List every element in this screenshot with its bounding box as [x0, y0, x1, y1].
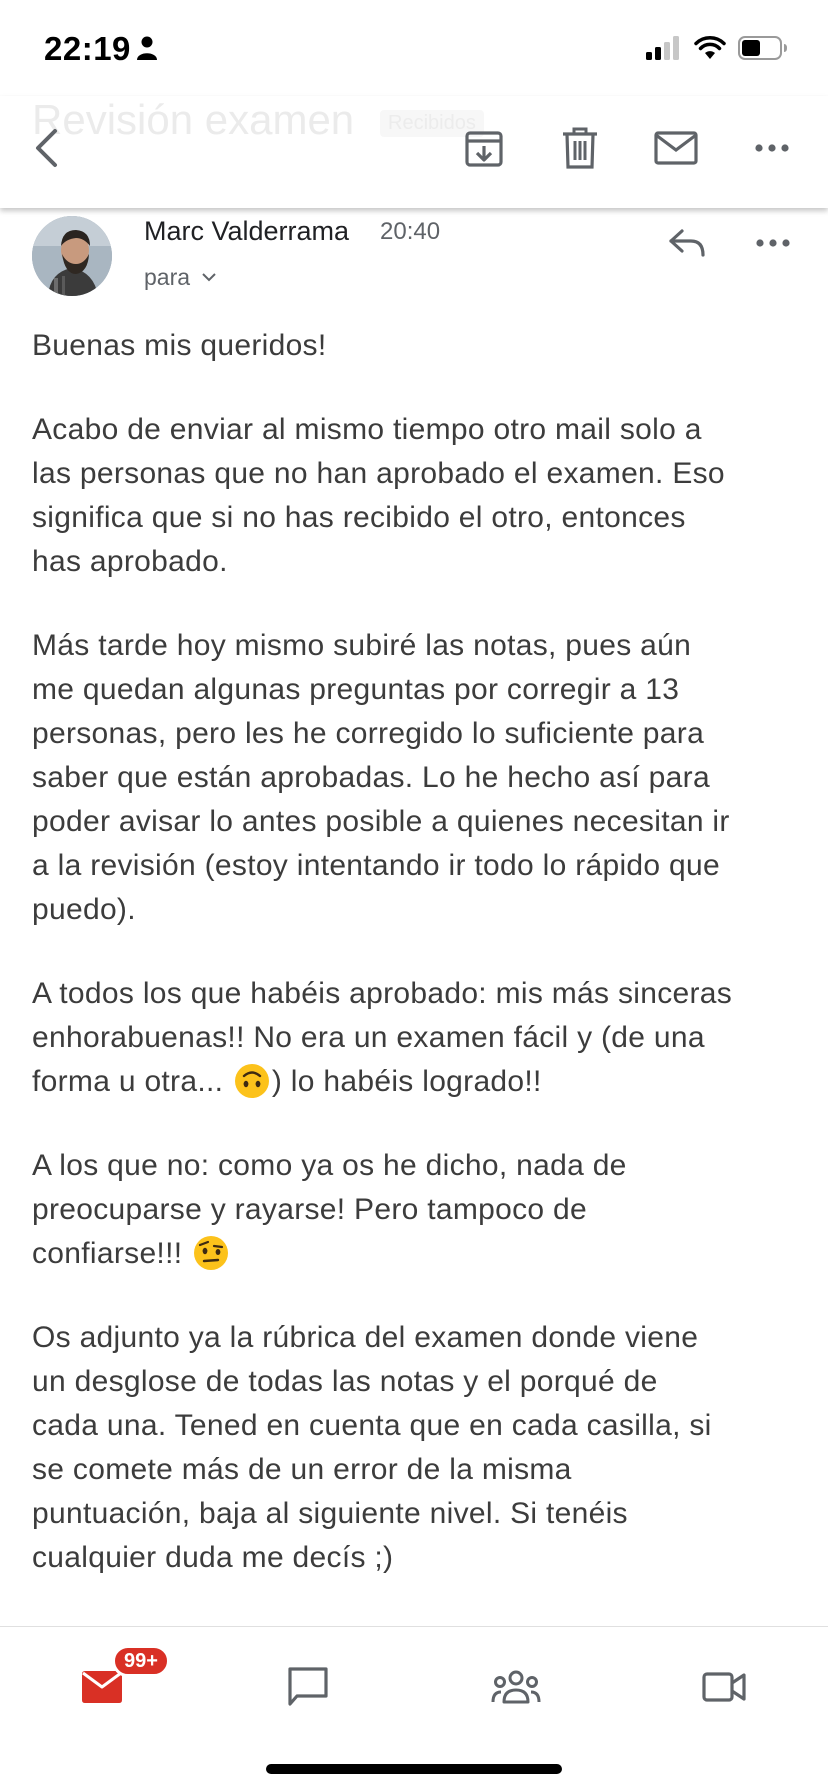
chat-icon	[288, 1667, 328, 1706]
paragraph: Más tarde hoy mismo subiré las notas, pu…	[32, 624, 808, 932]
subject-title: Revisión examen	[32, 96, 355, 143]
delete-button[interactable]	[552, 120, 608, 176]
message-more-button[interactable]	[746, 216, 800, 270]
paragraph: A todos los que habéis aprobado: mis más…	[32, 972, 808, 1104]
body-line: saber que están aprobadas. Lo he hecho a…	[32, 761, 710, 794]
home-indicator[interactable]	[266, 1764, 562, 1774]
reply-icon	[669, 229, 705, 257]
avatar[interactable]	[32, 216, 112, 296]
spaces-icon	[491, 1670, 541, 1704]
paragraph: A los que no: como ya os he dicho, nada …	[32, 1144, 808, 1276]
recipient-details-toggle[interactable]: para	[144, 264, 216, 291]
body-line: A todos los que habéis aprobado: mis más…	[32, 977, 733, 1010]
body-line: enhorabuenas!! No era un examen fácil y …	[32, 1021, 705, 1054]
body-line: A los que no: como ya os he dicho, nada …	[32, 1149, 627, 1182]
more-options-button[interactable]	[744, 120, 800, 176]
avatar-photo	[32, 216, 112, 296]
paragraph: Os adjunto ya la rúbrica del examen dond…	[32, 1316, 808, 1580]
body-line: me quedan algunas preguntas por corregir…	[32, 673, 680, 706]
body-line: poder avisar lo antes posible a quienes …	[32, 805, 730, 838]
status-icons	[646, 36, 788, 60]
paragraph: Buenas mis queridos!	[32, 324, 808, 368]
battery-icon	[738, 36, 787, 60]
wifi-icon	[694, 36, 726, 59]
email-header: Marc Valderrama 20:40 para	[0, 208, 828, 308]
body-line: Más tarde hoy mismo subiré las notas, pu…	[32, 629, 692, 662]
back-button[interactable]	[18, 120, 74, 176]
person-icon	[137, 36, 157, 60]
meet-icon	[702, 1672, 746, 1702]
email-toolbar: Revisión examen Recibidos	[0, 96, 828, 208]
nav-meet[interactable]	[684, 1657, 764, 1717]
more-vert-icon	[756, 239, 790, 247]
body-line: Acabo de enviar al mismo tiempo otro mai…	[32, 413, 702, 446]
delete-icon	[563, 127, 597, 169]
body-line: cualquier duda me decís ;)	[32, 1541, 394, 1574]
body-line: Os adjunto ya la rúbrica del examen dond…	[32, 1321, 699, 1354]
back-arrow-icon	[36, 129, 57, 167]
sender-name[interactable]: Marc Valderrama	[144, 216, 349, 247]
body-line: se comete más de un error de la misma	[32, 1453, 572, 1486]
mark-unread-button[interactable]	[648, 120, 704, 176]
body-line: personas, pero les he corregido lo sufic…	[32, 717, 705, 750]
upside-down-face-emoji	[234, 1064, 269, 1098]
body-line: un desglose de todas las notas y el porq…	[32, 1365, 658, 1398]
mark-unread-icon	[654, 131, 698, 165]
body-line: puedo).	[32, 893, 136, 926]
status-time: 22:19	[44, 30, 131, 67]
nav-spaces[interactable]	[476, 1657, 556, 1717]
raised-eyebrow-emoji	[193, 1236, 228, 1270]
mail-icon	[82, 1671, 122, 1703]
signal-icon	[646, 36, 679, 60]
nav-chat[interactable]	[268, 1657, 348, 1717]
archive-icon	[465, 131, 503, 167]
body-line: forma u otra...	[32, 1065, 232, 1098]
body-line: puntuación, baja al siguiente nivel. Si …	[32, 1497, 628, 1530]
body-line: Buenas mis queridos!	[32, 329, 327, 362]
body-line: preocuparse y rayarse! Pero tampoco de	[32, 1193, 588, 1226]
reply-button[interactable]	[660, 216, 714, 270]
unread-badge: 99+	[112, 1645, 170, 1677]
body-line: has aprobado.	[32, 545, 228, 578]
email-body: Buenas mis queridos! Acabo de enviar al …	[32, 324, 808, 1620]
sent-time: 20:40	[380, 218, 441, 245]
status-bar: 22:19	[0, 0, 828, 96]
chevron-down-icon	[202, 273, 216, 282]
body-line: a la revisión (estoy intentando ir todo …	[32, 849, 720, 882]
paragraph: Acabo de enviar al mismo tiempo otro mai…	[32, 408, 808, 584]
body-line: significa que si no has recibido el otro…	[32, 501, 686, 534]
more-vert-icon	[755, 144, 789, 152]
body-line: confiarse!!!	[32, 1237, 191, 1270]
recipient-label: para	[144, 264, 191, 290]
body-line: ) lo habéis logrado!!	[271, 1065, 542, 1098]
body-line: cada una. Tened en cuenta que en cada ca…	[32, 1409, 712, 1442]
archive-button[interactable]	[456, 120, 512, 176]
body-line: las personas que no han aprobado el exam…	[32, 457, 725, 490]
